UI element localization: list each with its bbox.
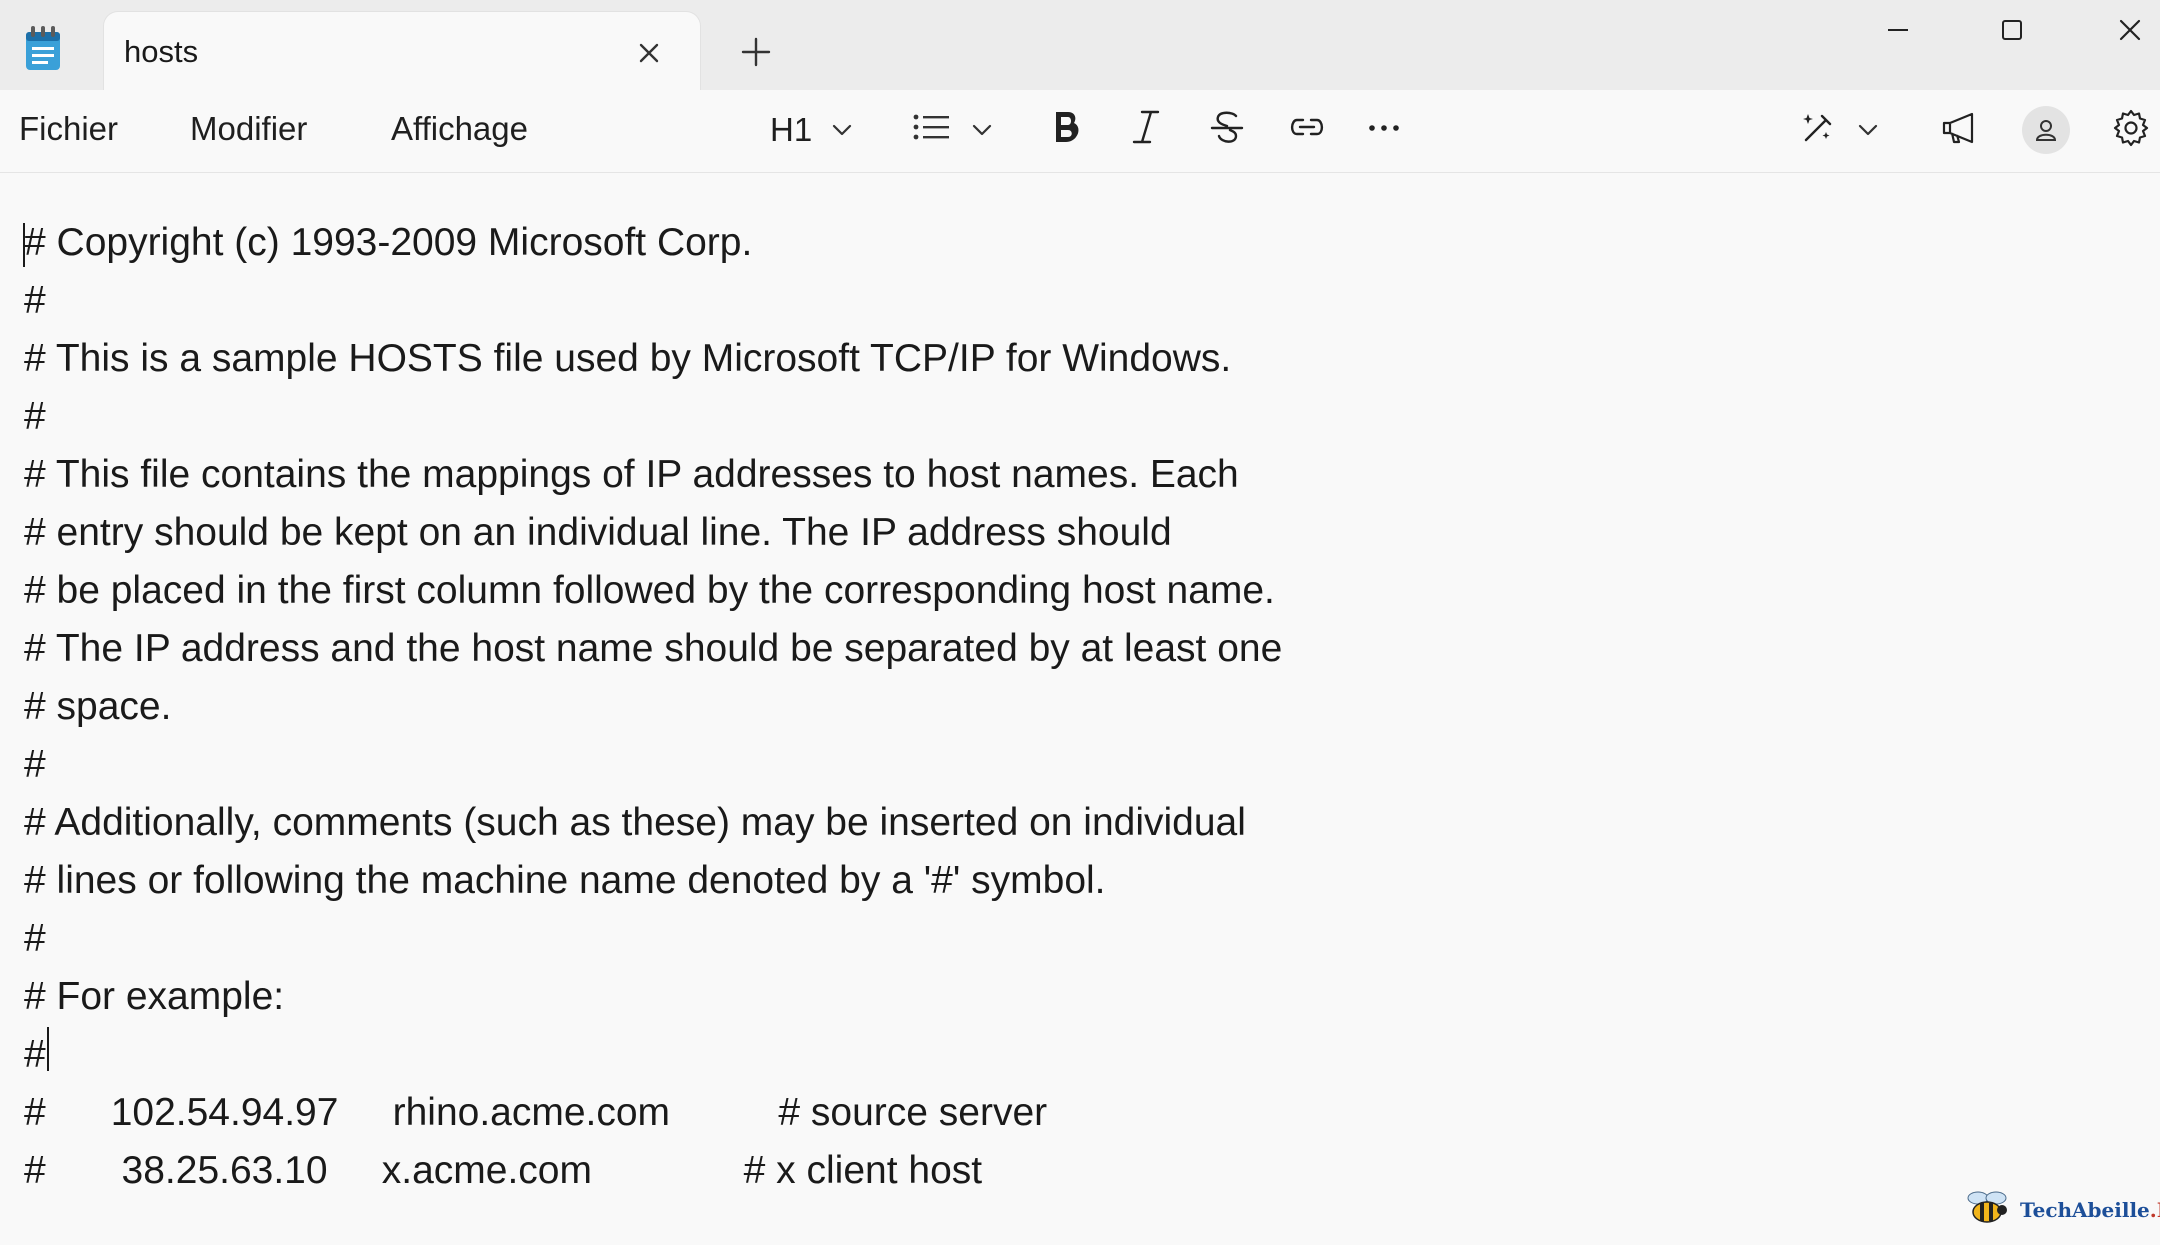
chevron-down-icon	[1856, 118, 1880, 142]
editor-line: # This file contains the mappings of IP …	[24, 453, 1239, 496]
italic-button[interactable]	[1128, 104, 1164, 156]
copilot-dropdown[interactable]	[1796, 104, 1880, 156]
whats-new-button[interactable]	[1938, 104, 1982, 156]
maximize-icon[interactable]	[1992, 10, 2032, 50]
editor-line: # lines or following the machine name de…	[24, 859, 1106, 902]
editor-line: #	[24, 917, 46, 960]
heading-dropdown[interactable]: H1	[770, 104, 854, 156]
menu-edit[interactable]: Modifier	[190, 110, 307, 148]
list-dropdown[interactable]	[910, 104, 994, 156]
chevron-down-icon	[970, 118, 994, 142]
italic-icon	[1128, 106, 1164, 155]
text-editor[interactable]: # Copyright (c) 1993-2009 Microsoft Corp…	[0, 173, 2160, 1245]
editor-line: # 38.25.63.10 x.acme.com # x client host	[24, 1149, 983, 1192]
menu-view[interactable]: Affichage	[391, 110, 528, 148]
text-cursor	[47, 1027, 49, 1071]
gear-icon	[2110, 107, 2152, 154]
strikethrough-icon	[1208, 106, 1246, 155]
text-cursor-top	[23, 223, 25, 267]
heading-label: H1	[770, 111, 813, 148]
editor-line: #	[24, 395, 46, 438]
editor-line: # For example:	[24, 975, 285, 1018]
notepad-window: hosts Fichier Modifier Affichage H1 # Co…	[0, 0, 2160, 1245]
notepad-app-icon	[24, 26, 62, 72]
watermark-name: TechAbeille	[2020, 1198, 2150, 1222]
editor-line: # Copyright (c) 1993-2009 Microsoft Corp…	[24, 221, 753, 264]
editor-line: # entry should be kept on an individual …	[24, 511, 1172, 554]
techabeille-watermark: TechAbeille.FR	[1962, 1188, 2160, 1232]
watermark-suffix: .FR	[2149, 1198, 2160, 1222]
more-icon	[1366, 106, 1402, 155]
close-tab-icon[interactable]	[632, 36, 666, 70]
editor-line: # This is a sample HOSTS file used by Mi…	[24, 337, 1232, 380]
list-icon	[910, 107, 952, 154]
announcement-icon	[1938, 106, 1982, 155]
bee-logo-icon	[1962, 1186, 2016, 1235]
close-window-icon[interactable]	[2110, 10, 2150, 50]
strikethrough-button[interactable]	[1208, 104, 1246, 156]
editor-line: # 102.54.94.97 rhino.acme.com # source s…	[24, 1091, 1048, 1134]
account-button[interactable]	[2022, 104, 2070, 156]
chevron-down-icon	[830, 118, 854, 142]
copilot-icon	[1796, 106, 1838, 155]
editor-line: #	[24, 279, 46, 322]
link-icon	[1286, 106, 1328, 155]
minimize-icon[interactable]	[1878, 10, 1918, 50]
watermark-text: TechAbeille.FR	[2020, 1198, 2160, 1222]
tab-title: hosts	[124, 34, 199, 69]
menu-file[interactable]: Fichier	[19, 110, 118, 148]
avatar-icon	[2022, 106, 2070, 154]
link-button[interactable]	[1286, 104, 1328, 156]
tab-hosts[interactable]: hosts	[104, 12, 700, 94]
editor-line: # space.	[24, 685, 172, 728]
editor-line: #	[24, 743, 46, 786]
settings-button[interactable]	[2110, 104, 2152, 156]
editor-line: # The IP address and the host name shoul…	[24, 627, 1283, 670]
editor-line: #	[24, 1033, 46, 1076]
bold-button[interactable]	[1048, 104, 1084, 156]
bold-icon	[1048, 106, 1084, 155]
editor-line: # be placed in the first column followed…	[24, 569, 1275, 612]
editor-line: # Additionally, comments (such as these)…	[24, 801, 1246, 844]
more-options-button[interactable]	[1366, 104, 1402, 156]
title-bar: hosts	[0, 0, 2160, 94]
new-tab-icon[interactable]	[738, 34, 774, 70]
toolbar: Fichier Modifier Affichage H1	[0, 90, 2160, 173]
